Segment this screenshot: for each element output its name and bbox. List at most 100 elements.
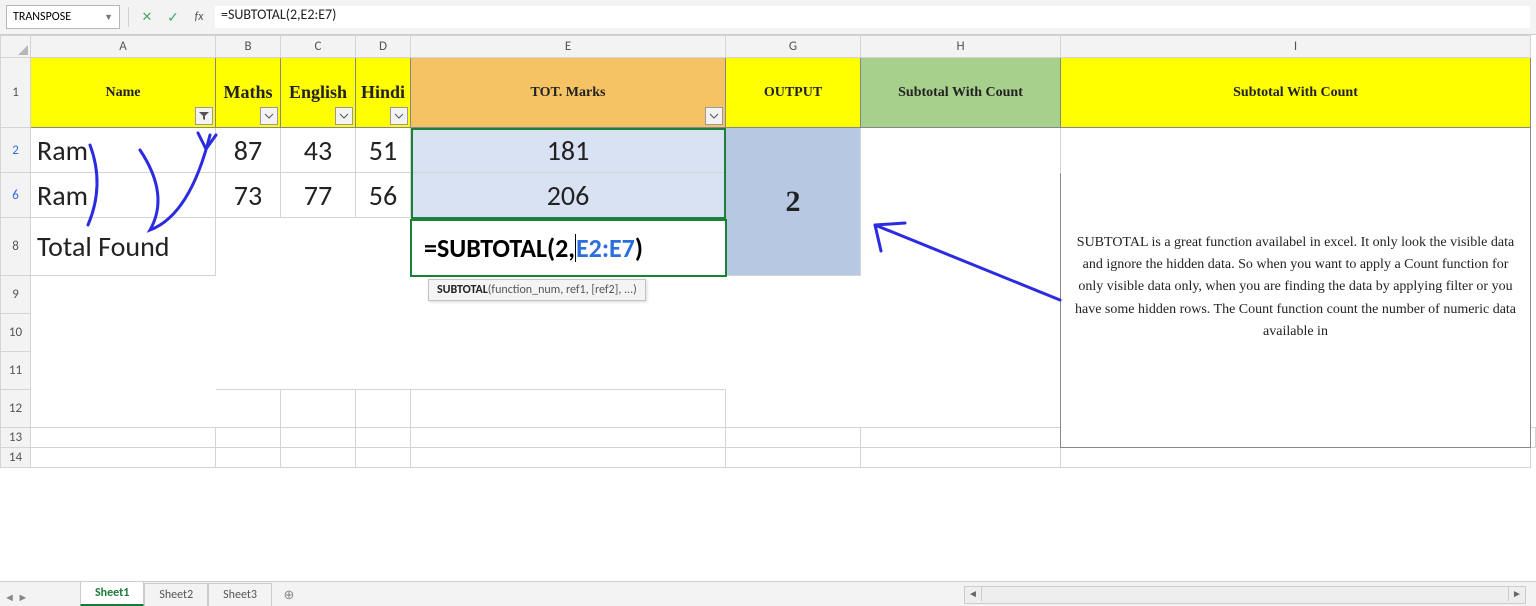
cell-H14[interactable] [861,448,1061,468]
row-head-1[interactable]: 1 [1,58,31,128]
chevron-down-icon[interactable]: ▼ [104,12,113,23]
cell-C12[interactable] [281,390,356,428]
row-head-12[interactable]: 12 [1,390,31,428]
col-head-E[interactable]: E [411,36,726,58]
cell-B10[interactable] [216,314,281,352]
sheet-nav[interactable]: ◄ ► [4,591,28,604]
cell-C2[interactable]: 43 [281,128,356,173]
filter-button-E[interactable] [705,107,723,125]
cell-B1[interactable]: Maths [216,58,281,128]
cell-B13[interactable] [216,428,281,448]
cell-C8[interactable] [281,218,356,276]
scroll-left-button[interactable]: ◄ [965,587,982,601]
col-head-B[interactable]: B [216,36,281,58]
col-head-I[interactable]: I [1061,36,1531,58]
cell-A8[interactable]: Total Found [31,218,216,276]
cell-G2[interactable]: 2 [726,128,861,276]
cell-D14[interactable] [356,448,411,468]
col-head-G[interactable]: G [726,36,861,58]
filter-button-B[interactable] [260,107,278,125]
cell-I14[interactable] [1061,448,1531,468]
cell-H9[interactable] [861,276,1061,314]
row-head-2[interactable]: 2 [1,128,31,173]
col-head-A[interactable]: A [31,36,216,58]
cell-B8[interactable] [216,218,281,276]
select-all-corner[interactable] [1,36,31,58]
cell-D6[interactable]: 56 [356,173,411,218]
row-head-14[interactable]: 14 [1,448,31,468]
cell-H2[interactable] [861,128,1061,173]
cell-A6[interactable]: Ram [31,173,216,218]
sheet-tab-3[interactable]: Sheet3 [208,583,272,606]
row-head-10[interactable]: 10 [1,314,31,352]
cell-H10[interactable] [861,314,1061,352]
row-head-11[interactable]: 11 [1,352,31,390]
formula-confirm-button[interactable]: ✓ [163,7,183,27]
row-head-8[interactable]: 8 [1,218,31,276]
cell-D10[interactable] [356,314,411,352]
horizontal-scrollbar[interactable]: ◄ ► [964,586,1526,604]
formula-cancel-button[interactable]: ✕ [137,7,157,27]
sheet-tab-2[interactable]: Sheet2 [144,583,208,606]
row-head-6[interactable]: 6 [1,173,31,218]
row-head-9[interactable]: 9 [1,276,31,314]
cell-C14[interactable] [281,448,356,468]
cell-H6[interactable] [861,173,1061,218]
row-head-13[interactable]: 13 [1,428,31,448]
cell-D8[interactable] [356,218,411,276]
cell-A14[interactable] [31,448,216,468]
cell-C6[interactable]: 77 [281,173,356,218]
sheet-tab-1[interactable]: Sheet1 [80,581,144,606]
cell-D9[interactable] [356,276,411,314]
cell-B9[interactable] [216,276,281,314]
cell-H11[interactable] [861,352,1061,390]
cell-H12[interactable] [861,390,1061,428]
name-box[interactable]: TRANSPOSE ▼ [6,5,120,29]
cell-G10[interactable] [726,314,861,352]
cell-A12[interactable] [31,390,216,428]
cell-D11[interactable] [356,352,411,390]
cell-G14[interactable] [726,448,861,468]
cell-D12[interactable] [356,390,411,428]
cell-C13[interactable] [281,428,356,448]
cell-E8-editing[interactable]: =SUBTOTAL(2,E2:E7) [410,219,727,277]
cell-G11[interactable] [726,352,861,390]
insert-function-button[interactable]: fx [189,7,209,27]
cell-E14[interactable] [411,448,726,468]
cell-A2[interactable]: Ram [31,128,216,173]
col-head-C[interactable]: C [281,36,356,58]
cell-A9[interactable] [31,276,216,314]
cell-E1[interactable]: TOT. Marks [411,58,726,128]
col-head-H[interactable]: H [861,36,1061,58]
new-sheet-button[interactable]: ⊕ [278,584,300,606]
cell-E2[interactable]: 181 [411,128,726,173]
cell-H1[interactable]: Subtotal With Count [861,58,1061,128]
cell-I1[interactable]: Subtotal With Count [1061,58,1531,128]
cell-E13[interactable] [411,428,726,448]
filter-button-C[interactable] [335,107,353,125]
cell-I13[interactable] [1531,428,1536,448]
cell-G12[interactable] [726,390,861,428]
cell-B14[interactable] [216,448,281,468]
cell-B12[interactable] [216,390,281,428]
filter-button-D[interactable] [390,107,408,125]
cell-G13[interactable] [726,428,861,448]
cell-H8[interactable] [861,218,1061,276]
cell-G1[interactable]: OUTPUT [726,58,861,128]
cell-C11[interactable] [281,352,356,390]
cell-B11[interactable] [216,352,281,390]
scroll-right-button[interactable]: ► [1508,587,1525,601]
cell-C1[interactable]: English [281,58,356,128]
cell-E12[interactable] [411,390,726,428]
cell-G9[interactable] [726,276,861,314]
col-head-D[interactable]: D [356,36,411,58]
cell-D2[interactable]: 51 [356,128,411,173]
cell-A10[interactable] [31,314,216,352]
filter-button-A[interactable] [195,107,213,125]
cell-A13[interactable] [31,428,216,448]
cell-H13[interactable] [861,428,1061,448]
cell-D13[interactable] [356,428,411,448]
cell-E10[interactable] [411,314,726,352]
cell-C10[interactable] [281,314,356,352]
cell-A11[interactable] [31,352,216,390]
